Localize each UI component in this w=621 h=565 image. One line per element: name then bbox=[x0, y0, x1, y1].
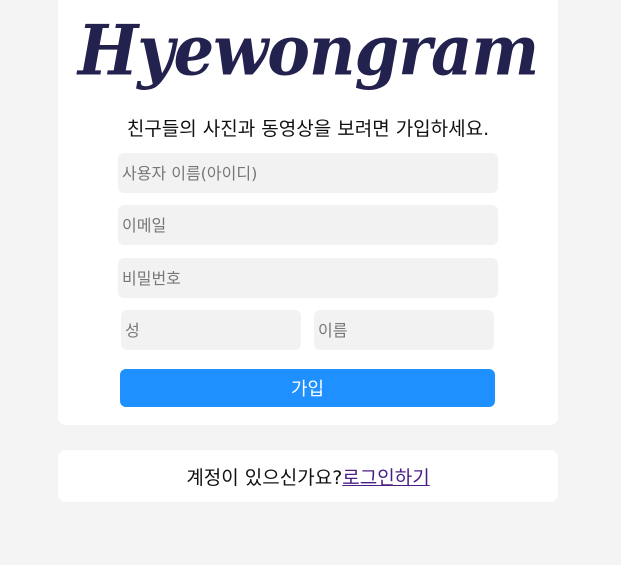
password-input[interactable] bbox=[118, 258, 498, 298]
username-input[interactable] bbox=[118, 153, 498, 193]
login-card: 계정이 있으신가요? 로그인하기 bbox=[58, 450, 558, 502]
email-input[interactable] bbox=[118, 205, 498, 245]
signup-tagline: 친구들의 사진과 동영상을 보려면 가입하세요. bbox=[126, 118, 490, 140]
login-prompt: 계정이 있으신가요? bbox=[186, 466, 343, 489]
brand-logo: Hyewongram bbox=[77, 10, 539, 92]
signup-card: Hyewongram 친구들의 사진과 동영상을 보려면 가입하세요. 가입 bbox=[58, 0, 558, 425]
login-link[interactable]: 로그인하기 bbox=[342, 463, 429, 490]
first-name-input[interactable] bbox=[314, 310, 494, 350]
signup-button[interactable]: 가입 bbox=[120, 369, 495, 407]
last-name-input[interactable] bbox=[121, 310, 301, 350]
